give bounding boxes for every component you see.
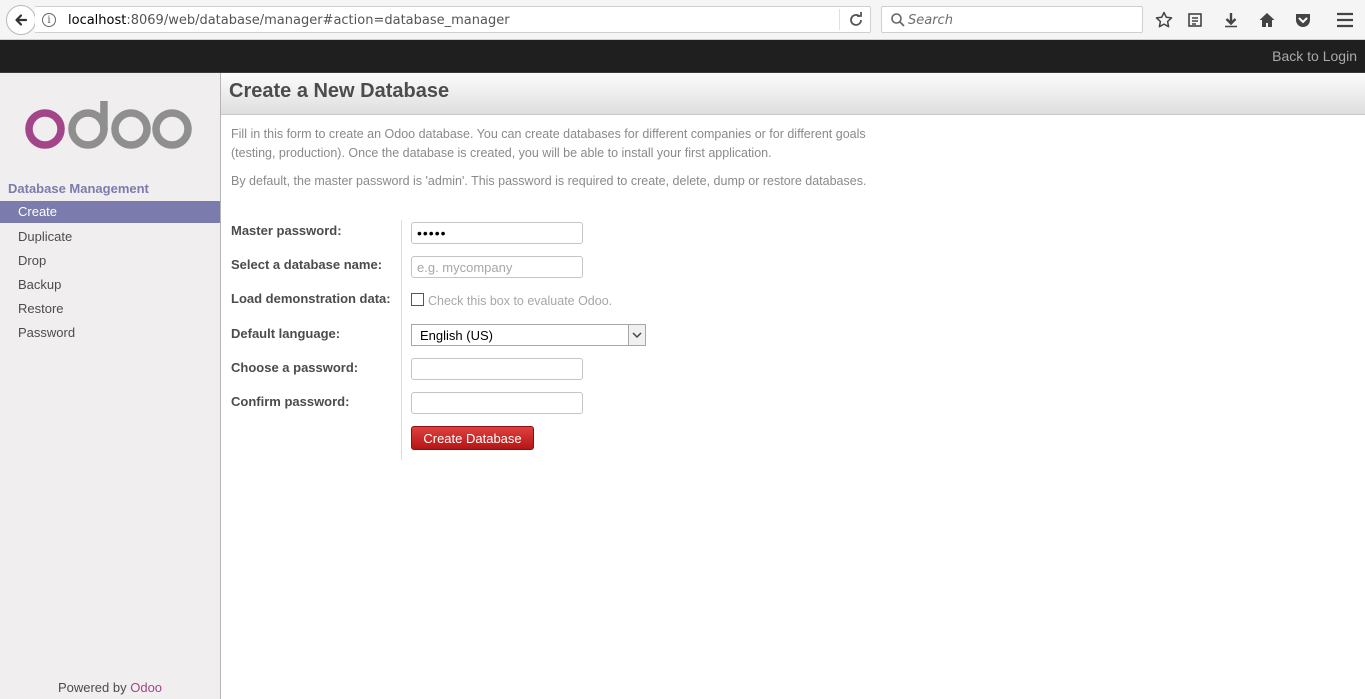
form-divider (401, 220, 402, 460)
master-password-label: Master password: (231, 223, 342, 238)
sidebar-item-password[interactable]: Password (0, 321, 220, 345)
address-bar[interactable]: i localhost:8069/web/database/manager#ac… (35, 6, 871, 33)
page-title: Create a New Database (229, 80, 450, 102)
choose-password-input[interactable] (411, 358, 583, 380)
sidebar-item-duplicate[interactable]: Duplicate (0, 225, 220, 249)
sidebar: Database Management Create Duplicate Dro… (0, 73, 221, 699)
section-title: Database Management (8, 181, 149, 196)
odoo-top-bar: Back to Login (0, 40, 1365, 73)
arrow-left-icon (15, 14, 28, 26)
bookmark-star-icon[interactable] (1153, 9, 1175, 31)
reading-list-icon[interactable] (1184, 9, 1206, 31)
sidebar-item-backup[interactable]: Backup (0, 273, 220, 297)
reload-icon[interactable] (847, 11, 865, 29)
odoo-logo (25, 101, 192, 149)
db-name-label: Select a database name: (231, 257, 383, 272)
sidebar-item-create[interactable]: Create (0, 201, 220, 223)
odoo-link[interactable]: Odoo (130, 680, 162, 695)
pocket-icon[interactable] (1292, 9, 1314, 31)
confirm-password-label: Confirm password: (231, 394, 350, 409)
create-database-button[interactable]: Create Database (411, 426, 534, 450)
demo-data-hint: Check this box to evaluate Odoo. (428, 294, 613, 308)
divider (839, 9, 840, 30)
search-placeholder: Search (908, 13, 953, 28)
download-icon[interactable] (1220, 9, 1242, 31)
master-password-note: By default, the master password is 'admi… (231, 174, 867, 188)
confirm-password-input[interactable] (411, 392, 583, 414)
browser-search-box[interactable]: Search (881, 6, 1143, 33)
home-icon[interactable] (1256, 9, 1278, 31)
back-to-login-link[interactable]: Back to Login (1272, 48, 1357, 64)
browser-toolbar: i localhost:8069/web/database/manager#ac… (0, 0, 1365, 40)
sidebar-item-drop[interactable]: Drop (0, 249, 220, 273)
info-icon[interactable]: i (42, 13, 56, 27)
intro-text: Fill in this form to create an Odoo data… (231, 127, 866, 160)
powered-by: Powered by Odoo (57, 680, 163, 695)
main-content: Create a New Database Fill in this form … (221, 73, 1365, 699)
sidebar-menu: Create Duplicate Drop Backup Restore Pas… (0, 201, 220, 345)
demo-data-label: Load demonstration data: (231, 291, 391, 306)
language-select[interactable]: English (US) (411, 324, 646, 346)
hamburger-menu-icon[interactable] (1334, 9, 1356, 31)
url-text[interactable]: localhost:8069/web/database/manager#acti… (68, 13, 510, 28)
language-label: Default language: (231, 326, 341, 341)
language-value: English (US) (420, 328, 493, 343)
master-password-value: ••••• (417, 225, 447, 241)
page-header: Create a New Database (221, 73, 1365, 115)
sidebar-item-restore[interactable]: Restore (0, 297, 220, 321)
choose-password-label: Choose a password: (231, 360, 359, 375)
chevron-down-icon[interactable] (628, 325, 645, 345)
demo-data-checkbox[interactable] (411, 293, 424, 306)
db-name-input[interactable] (411, 256, 583, 278)
search-icon (891, 13, 905, 27)
back-button[interactable] (6, 5, 36, 35)
master-password-field[interactable]: ••••• (411, 222, 583, 244)
